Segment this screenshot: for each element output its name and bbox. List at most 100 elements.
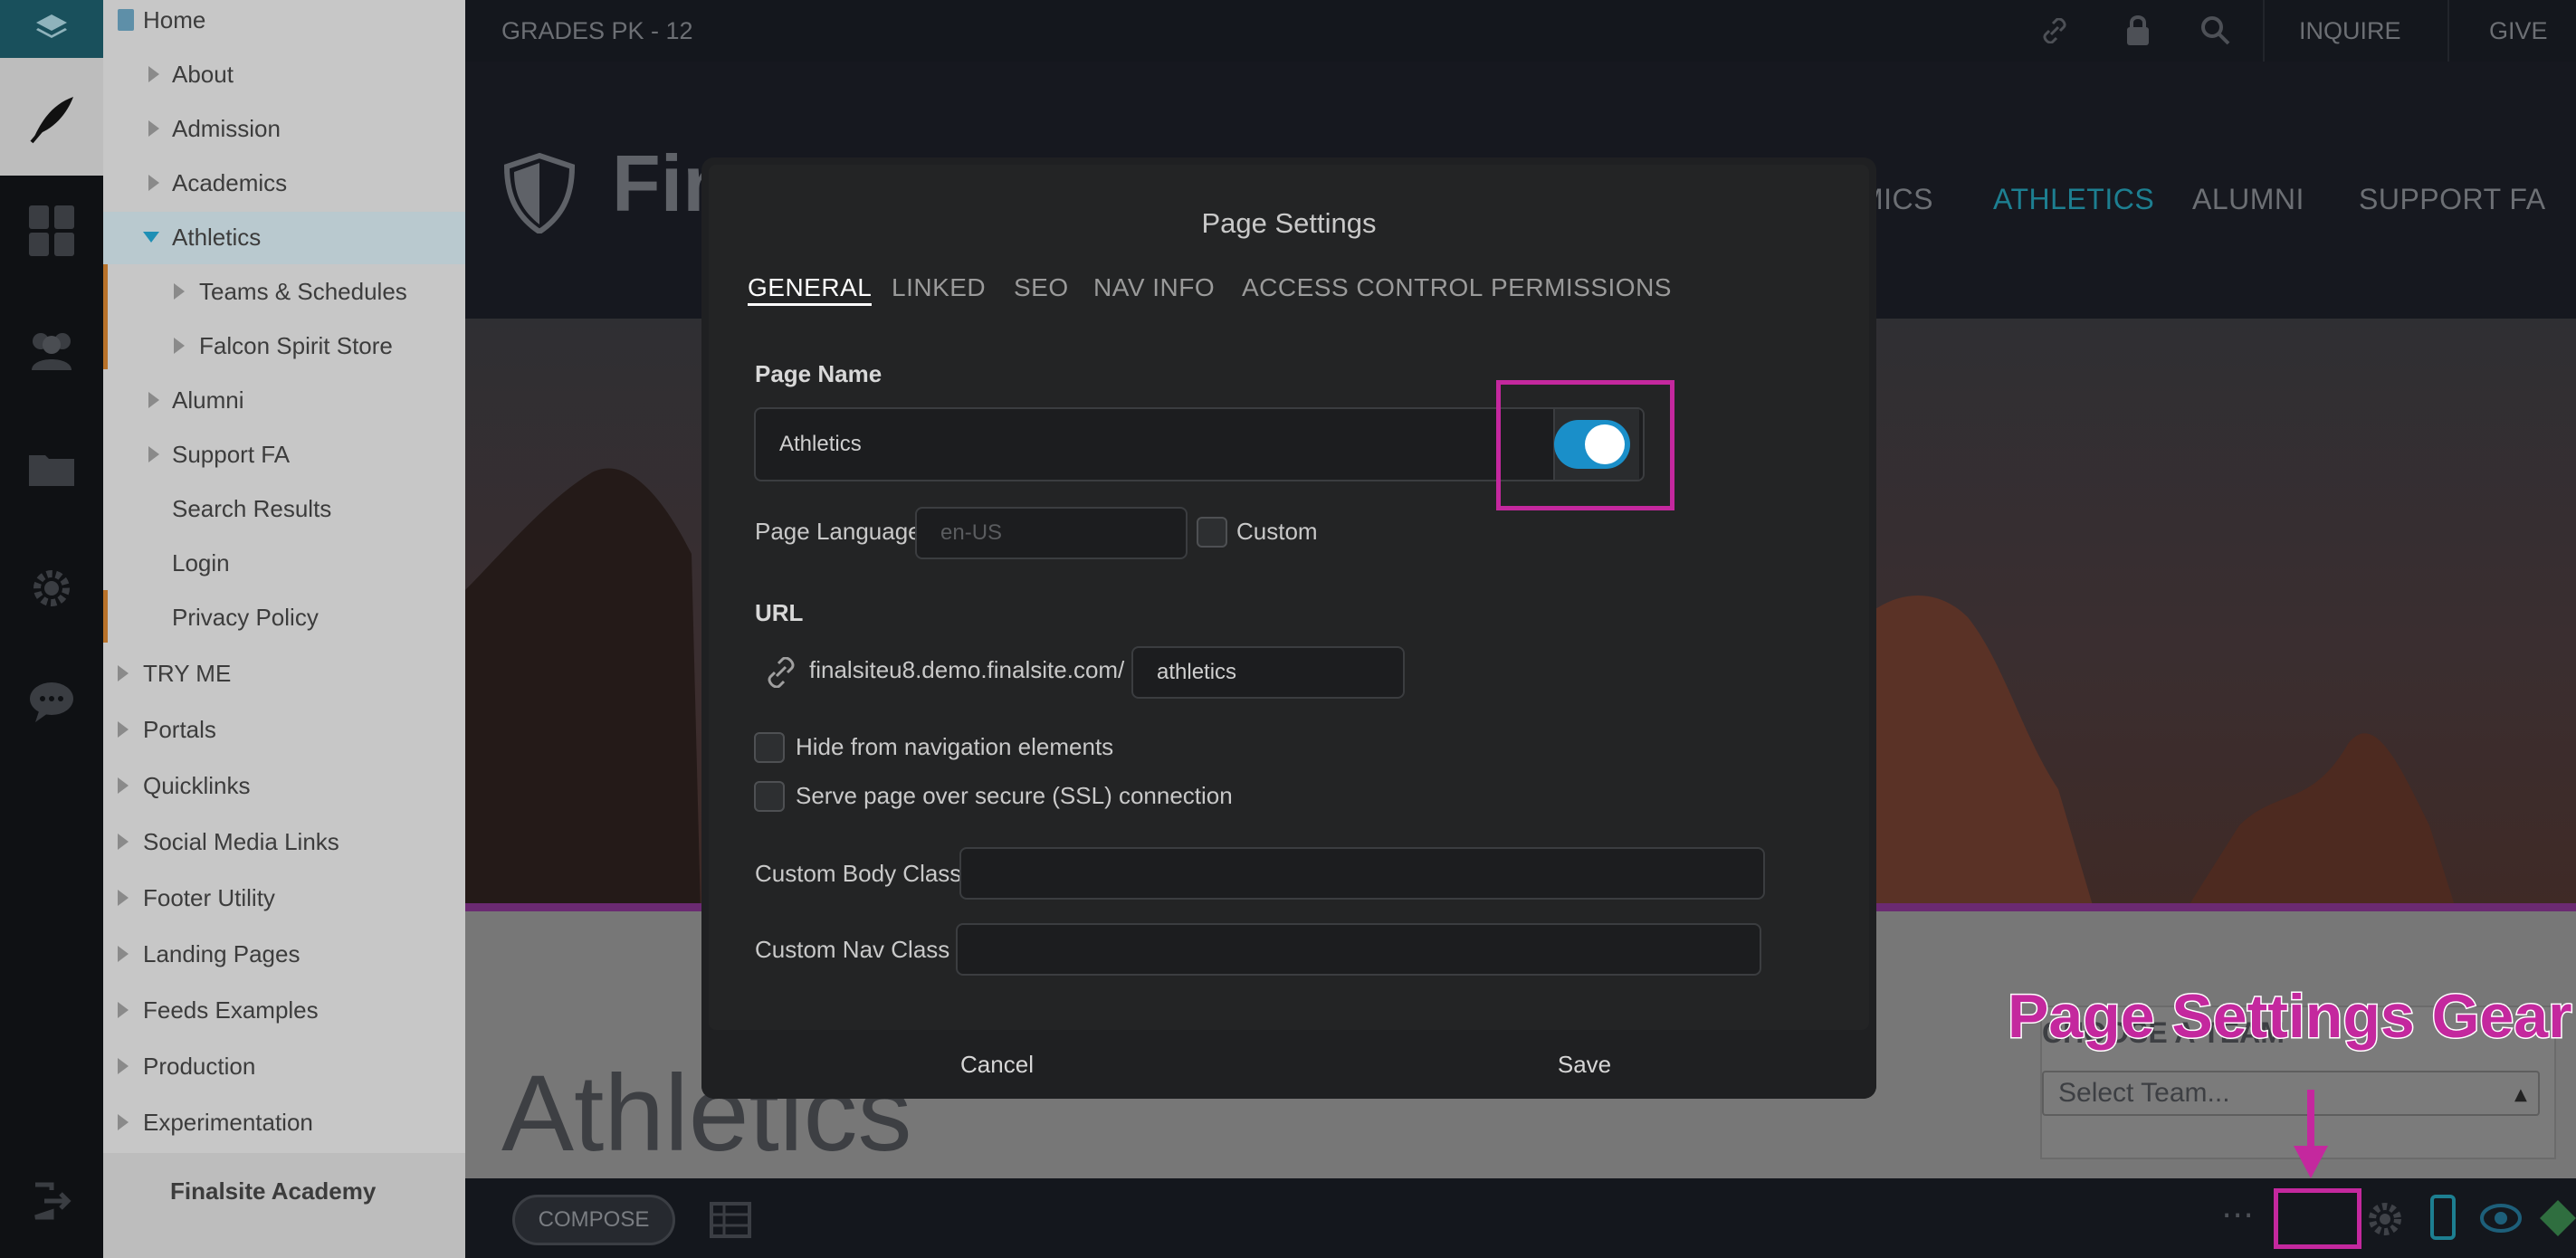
tree-item-privacy-policy[interactable]: Privacy Policy — [172, 599, 319, 635]
link-icon[interactable] — [2040, 18, 2069, 43]
expand-icon[interactable] — [174, 283, 185, 300]
expand-icon[interactable] — [118, 946, 129, 962]
modal-footer: Cancel Save — [701, 1030, 1876, 1099]
page-settings-gear-icon[interactable] — [2364, 1198, 2406, 1240]
compose-button[interactable]: COMPOSE — [512, 1195, 675, 1245]
cancel-button[interactable]: Cancel — [701, 1030, 1293, 1099]
expand-icon[interactable] — [118, 1002, 129, 1018]
tab-linked[interactable]: LINKED — [892, 270, 986, 306]
nav-class-label: Custom Nav Class — [755, 936, 950, 963]
page-name-label: Page Name — [755, 360, 883, 387]
expand-icon[interactable] — [148, 392, 159, 408]
files-button[interactable] — [24, 441, 79, 495]
tab-nav-info[interactable]: NAV INFO — [1093, 270, 1215, 306]
page-language-label: Page Language — [755, 518, 921, 545]
finalsite-logo — [0, 58, 103, 176]
tree-item-about[interactable]: About — [172, 56, 234, 92]
nav-support-fa[interactable]: SUPPORT FA — [2359, 183, 2546, 216]
url-link-icon — [768, 657, 795, 688]
tree-item-teams-schedules[interactable]: Teams & Schedules — [199, 273, 407, 310]
tree-indent-marker — [103, 264, 108, 369]
expand-icon[interactable] — [118, 777, 129, 794]
layout-icon[interactable] — [710, 1202, 751, 1238]
chat-bubble-icon — [30, 682, 73, 722]
expand-icon[interactable] — [148, 120, 159, 137]
hide-nav-label: Hide from navigation elements — [796, 733, 1114, 760]
give-link[interactable]: GIVE — [2489, 0, 2548, 62]
tree-item-try-me[interactable]: TRY ME — [143, 655, 231, 691]
inquire-link[interactable]: INQUIRE — [2299, 0, 2401, 62]
tree-footer: Finalsite Academy — [103, 1153, 465, 1258]
nav-athletics[interactable]: ATHLETICS — [1993, 183, 2154, 216]
layers-icon — [36, 14, 67, 38]
expand-icon[interactable] — [118, 665, 129, 681]
expand-icon[interactable] — [118, 834, 129, 850]
tree-item-experimentation[interactable]: Experimentation — [143, 1104, 313, 1140]
hide-nav-checkbox[interactable] — [754, 732, 785, 763]
page-icon — [118, 9, 134, 31]
url-slug-field[interactable]: athletics — [1131, 646, 1405, 699]
search-icon[interactable] — [2199, 14, 2230, 45]
tab-permissions[interactable]: PERMISSIONS — [1491, 270, 1672, 306]
tree-indent-marker — [103, 590, 108, 643]
annotation-arrow-icon — [2294, 1090, 2328, 1178]
nav-class-field[interactable] — [956, 923, 1761, 976]
custom-language-checkbox[interactable] — [1197, 517, 1227, 548]
expand-icon[interactable] — [118, 1114, 129, 1130]
tree-item-social-media-links[interactable]: Social Media Links — [143, 824, 339, 860]
tree-item-athletics[interactable]: Athletics — [172, 219, 261, 255]
tree-item-home[interactable]: Home — [143, 2, 205, 38]
eye-icon[interactable] — [2480, 1202, 2522, 1234]
tree-item-portals[interactable]: Portals — [143, 711, 216, 748]
grades-label: GRADES PK - 12 — [501, 17, 693, 44]
nav-alumni[interactable]: ALUMNI — [2192, 183, 2304, 216]
tab-general[interactable]: GENERAL — [748, 270, 873, 306]
tree-item-landing-pages[interactable]: Landing Pages — [143, 936, 300, 972]
chevron-updown-icon: ▲ — [2514, 1085, 2527, 1104]
page-settings-modal: Page Settings GENERAL LINKED SEO NAV INF… — [701, 157, 1876, 1099]
save-button[interactable]: Save — [1293, 1030, 1876, 1099]
tree-item-search-results[interactable]: Search Results — [172, 491, 331, 527]
apps-button[interactable] — [24, 204, 79, 258]
tree-item-falcon-spirit-store[interactable]: Falcon Spirit Store — [199, 328, 393, 364]
admin-rail — [0, 0, 103, 1258]
expand-icon[interactable] — [118, 1058, 129, 1074]
tab-seo[interactable]: SEO — [1014, 270, 1069, 306]
tree-item-admission[interactable]: Admission — [172, 110, 281, 147]
tree-item-academics[interactable]: Academics — [172, 165, 287, 201]
tree-item-production[interactable]: Production — [143, 1048, 255, 1084]
tree-item-alumni[interactable]: Alumni — [172, 382, 243, 418]
annotation-label: Page Settings Gear — [2007, 981, 2574, 1053]
expand-icon[interactable] — [148, 66, 159, 82]
tree-item-quicklinks[interactable]: Quicklinks — [143, 767, 250, 804]
site-name[interactable]: Finalsite Academy — [170, 1173, 376, 1209]
tree-item-login[interactable]: Login — [172, 545, 230, 581]
expand-icon[interactable] — [174, 338, 185, 354]
users-button[interactable] — [24, 323, 79, 377]
logout-button[interactable] — [24, 1174, 79, 1228]
url-slug-value: athletics — [1157, 660, 1237, 684]
url-base: finalsiteu8.demo.finalsite.com/ — [809, 656, 1125, 683]
tree-item-footer-utility[interactable]: Footer Utility — [143, 880, 275, 916]
expand-icon[interactable] — [118, 890, 129, 906]
expand-icon[interactable] — [118, 721, 129, 738]
tree-item-support-fa[interactable]: Support FA — [172, 436, 290, 472]
more-icon[interactable]: ⋯ — [2221, 1196, 2254, 1234]
publish-icon[interactable] — [2538, 1198, 2576, 1238]
expand-icon[interactable] — [148, 175, 159, 191]
expand-icon[interactable] — [148, 446, 159, 462]
mobile-preview-icon[interactable] — [2429, 1195, 2457, 1240]
layers-button[interactable] — [0, 0, 103, 58]
page-language-field[interactable]: en-US — [915, 507, 1188, 559]
settings-button[interactable] — [24, 561, 79, 615]
divider — [2263, 0, 2265, 62]
tab-access-control[interactable]: ACCESS CONTROL — [1242, 270, 1484, 306]
tree-item-feeds-examples[interactable]: Feeds Examples — [143, 992, 319, 1028]
lock-icon[interactable] — [2125, 14, 2151, 45]
folder-icon — [29, 455, 74, 486]
collapse-icon[interactable] — [143, 232, 159, 243]
ssl-checkbox[interactable] — [754, 781, 785, 812]
feather-icon — [30, 97, 73, 144]
body-class-field[interactable] — [959, 847, 1765, 900]
chat-button[interactable] — [24, 675, 79, 729]
